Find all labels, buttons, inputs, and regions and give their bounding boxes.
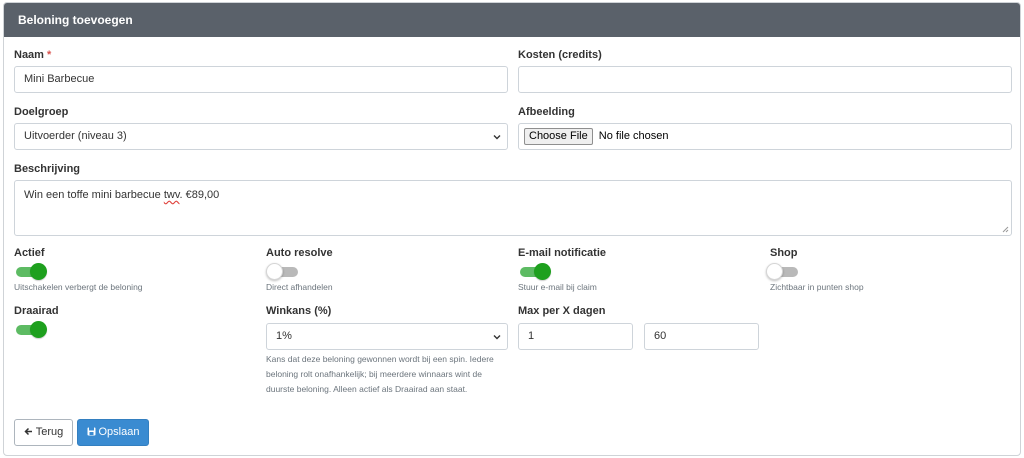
winkans-help-text: Kans dat deze beloning gewonnen wordt bi… bbox=[266, 354, 494, 394]
file-status: No file chosen bbox=[598, 130, 669, 142]
beschrijving-spellcheck-word: twv bbox=[163, 189, 180, 201]
afbeelding-file-input[interactable]: Choose File No file chosen bbox=[518, 123, 1012, 150]
toggle-knob bbox=[30, 263, 47, 280]
arrow-left-icon bbox=[24, 427, 32, 435]
back-button[interactable]: Terug bbox=[14, 419, 73, 446]
required-mark: * bbox=[47, 49, 52, 61]
beschrijving-text-before: Win een toffe mini barbecue bbox=[24, 189, 164, 201]
winkans-select[interactable]: 1% bbox=[266, 323, 508, 350]
email-notificatie-toggle[interactable] bbox=[518, 263, 552, 280]
choose-file-button[interactable]: Choose File bbox=[524, 128, 593, 145]
email-notificatie-label: E-mail notificatie bbox=[518, 247, 607, 259]
toggle-knob bbox=[534, 263, 551, 280]
beschrijving-text-after: . €89,00 bbox=[179, 189, 220, 201]
save-button[interactable]: Opslaan bbox=[77, 419, 149, 446]
kosten-label: Kosten (credits) bbox=[518, 49, 602, 61]
days-value: 60 bbox=[654, 330, 667, 342]
draairad-toggle[interactable] bbox=[14, 321, 48, 338]
beschrijving-textarea[interactable]: Win een toffe mini barbecue twv. €89,00 bbox=[14, 180, 1012, 236]
winkans-select-value: 1% bbox=[276, 330, 292, 342]
email-notificatie-hint: Stuur e-mail bij claim bbox=[518, 282, 597, 292]
actief-toggle[interactable] bbox=[14, 263, 48, 280]
save-button-label: Opslaan bbox=[98, 426, 140, 438]
doelgroep-label: Doelgroep bbox=[14, 106, 69, 118]
kosten-input[interactable] bbox=[518, 66, 1012, 93]
actief-label: Actief bbox=[14, 247, 45, 259]
back-button-label: Terug bbox=[35, 426, 64, 438]
max-value: 1 bbox=[528, 330, 535, 342]
toggle-knob bbox=[30, 321, 47, 338]
max-per-label: Max per X dagen bbox=[518, 305, 606, 317]
chevron-down-icon bbox=[493, 135, 501, 140]
winkans-label: Winkans (%) bbox=[266, 305, 332, 317]
max-value-input[interactable]: 1 bbox=[518, 323, 633, 350]
naam-label-text: Naam bbox=[14, 49, 44, 61]
resize-grip-icon[interactable] bbox=[1002, 226, 1009, 233]
floppy-disk-icon bbox=[87, 427, 95, 436]
afbeelding-label: Afbeelding bbox=[518, 106, 575, 118]
panel-header: Beloning toevoegen bbox=[4, 3, 1020, 37]
auto-resolve-hint: Direct afhandelen bbox=[266, 282, 333, 292]
beschrijving-label: Beschrijving bbox=[14, 163, 81, 175]
shop-toggle[interactable] bbox=[766, 263, 800, 280]
toggle-knob bbox=[766, 263, 783, 280]
doelgroep-select-value: Uitvoerder (niveau 3) bbox=[24, 130, 127, 142]
doelgroep-select[interactable]: Uitvoerder (niveau 3) bbox=[14, 123, 508, 150]
panel-title: Beloning toevoegen bbox=[18, 13, 133, 27]
auto-resolve-label: Auto resolve bbox=[266, 247, 333, 259]
chevron-down-icon bbox=[493, 335, 501, 340]
naam-input-value: Mini Barbecue bbox=[24, 73, 95, 85]
actief-hint: Uitschakelen verbergt de beloning bbox=[14, 282, 143, 292]
days-value-input[interactable]: 60 bbox=[644, 323, 759, 350]
toggle-knob bbox=[266, 263, 283, 280]
naam-label: Naam * bbox=[14, 49, 51, 61]
shop-hint: Zichtbaar in punten shop bbox=[770, 282, 864, 292]
reward-form-panel: Beloning toevoegen Naam * Mini Barbecue … bbox=[3, 2, 1021, 456]
shop-label: Shop bbox=[770, 247, 798, 259]
auto-resolve-toggle[interactable] bbox=[266, 263, 300, 280]
naam-input[interactable]: Mini Barbecue bbox=[14, 66, 508, 93]
draairad-label: Draairad bbox=[14, 305, 59, 317]
